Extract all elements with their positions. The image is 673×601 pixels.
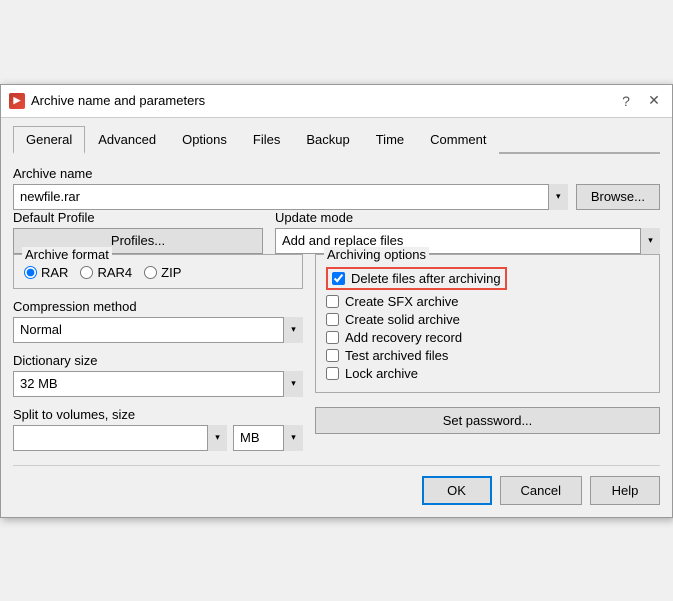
close-button[interactable]: ✕ [644,91,664,111]
left-column: Archive format RAR RAR4 ZIP [13,254,303,451]
update-mode-dropdown-btn[interactable]: ▾ [640,228,660,254]
ok-button[interactable]: OK [422,476,492,505]
dictionary-size-label: Dictionary size [13,353,303,368]
delete-files-option-row: Delete files after archiving [326,267,649,290]
test-archived-option[interactable]: Test archived files [326,348,649,363]
format-zip-option[interactable]: ZIP [144,265,181,280]
help-button[interactable]: ? [616,91,636,111]
create-sfx-checkbox[interactable] [326,295,339,308]
browse-button[interactable]: Browse... [576,184,660,210]
create-solid-checkbox[interactable] [326,313,339,326]
lock-archive-option[interactable]: Lock archive [326,366,649,381]
archive-name-input[interactable] [13,184,568,210]
format-rar4-label: RAR4 [97,265,132,280]
create-solid-label: Create solid archive [345,312,460,327]
lock-archive-label: Lock archive [345,366,418,381]
split-volume-input[interactable] [13,425,227,451]
split-volume-input-wrapper: ▾ [13,425,227,451]
main-window: ▶ Archive name and parameters ? ✕ Genera… [0,84,673,518]
cancel-button[interactable]: Cancel [500,476,582,505]
split-unit-wrapper: ▾ [233,425,303,451]
tab-files[interactable]: Files [240,126,293,154]
archive-format-label: Archive format [22,247,112,262]
compression-method-label: Compression method [13,299,303,314]
archive-name-dropdown-btn[interactable]: ▾ [548,184,568,210]
tab-options[interactable]: Options [169,126,240,154]
tab-time[interactable]: Time [363,126,417,154]
content-area: General Advanced Options Files Backup Ti… [1,118,672,517]
create-sfx-option[interactable]: Create SFX archive [326,294,649,309]
add-recovery-label: Add recovery record [345,330,462,345]
compression-method-wrapper: ▾ [13,317,303,343]
title-bar: ▶ Archive name and parameters ? ✕ [1,85,672,118]
lock-archive-checkbox[interactable] [326,367,339,380]
format-rar4-option[interactable]: RAR4 [80,265,132,280]
archive-format-group: Archive format RAR RAR4 ZIP [13,254,303,289]
title-bar-left: ▶ Archive name and parameters [9,93,205,109]
compression-method-input[interactable] [13,317,303,343]
test-archived-checkbox[interactable] [326,349,339,362]
format-zip-radio[interactable] [144,266,157,279]
tab-advanced[interactable]: Advanced [85,126,169,154]
tab-bar: General Advanced Options Files Backup Ti… [13,126,660,154]
format-rar-radio[interactable] [24,266,37,279]
format-rar-option[interactable]: RAR [24,265,68,280]
delete-files-highlighted: Delete files after archiving [326,267,507,290]
split-volumes-group: Split to volumes, size ▾ ▾ [13,407,303,451]
two-column-area: Archive format RAR RAR4 ZIP [13,254,660,451]
help-dialog-button[interactable]: Help [590,476,660,505]
tab-comment[interactable]: Comment [417,126,499,154]
add-recovery-checkbox[interactable] [326,331,339,344]
archive-name-input-wrapper: ▾ [13,184,568,210]
dictionary-size-wrapper: ▾ [13,371,303,397]
delete-files-option[interactable]: Delete files after archiving [326,267,649,290]
archive-name-group: Archive name ▾ [13,166,568,210]
window-icon: ▶ [9,93,25,109]
compression-method-group: Compression method ▾ [13,299,303,343]
archiving-options-group: Archiving options Delete files after arc… [315,254,660,393]
tab-general[interactable]: General [13,126,85,154]
dictionary-size-group: Dictionary size ▾ [13,353,303,397]
split-volumes-row: ▾ ▾ [13,425,303,451]
delete-files-label: Delete files after archiving [351,271,501,286]
split-unit-dropdown-btn[interactable]: ▾ [283,425,303,451]
add-recovery-option[interactable]: Add recovery record [326,330,649,345]
archive-name-label: Archive name [13,166,568,181]
archiving-options-label: Archiving options [324,247,429,262]
format-zip-label: ZIP [161,265,181,280]
archive-name-row: Archive name ▾ Browse... [13,166,660,210]
compression-method-dropdown-btn[interactable]: ▾ [283,317,303,343]
window-title: Archive name and parameters [31,93,205,108]
tab-backup[interactable]: Backup [293,126,362,154]
update-mode-label: Update mode [275,210,660,225]
archive-format-radio-row: RAR RAR4 ZIP [24,265,292,280]
default-profile-label: Default Profile [13,210,263,225]
dictionary-size-input[interactable] [13,371,303,397]
split-volume-dropdown-btn[interactable]: ▾ [207,425,227,451]
create-solid-option[interactable]: Create solid archive [326,312,649,327]
dictionary-size-dropdown-btn[interactable]: ▾ [283,371,303,397]
title-bar-right: ? ✕ [616,91,664,111]
right-column: Archiving options Delete files after arc… [315,254,660,451]
format-rar4-radio[interactable] [80,266,93,279]
test-archived-label: Test archived files [345,348,448,363]
set-password-button[interactable]: Set password... [315,407,660,434]
bottom-button-row: OK Cancel Help [13,465,660,505]
format-rar-label: RAR [41,265,68,280]
create-sfx-label: Create SFX archive [345,294,458,309]
split-volumes-label: Split to volumes, size [13,407,303,422]
delete-files-checkbox[interactable] [332,272,345,285]
